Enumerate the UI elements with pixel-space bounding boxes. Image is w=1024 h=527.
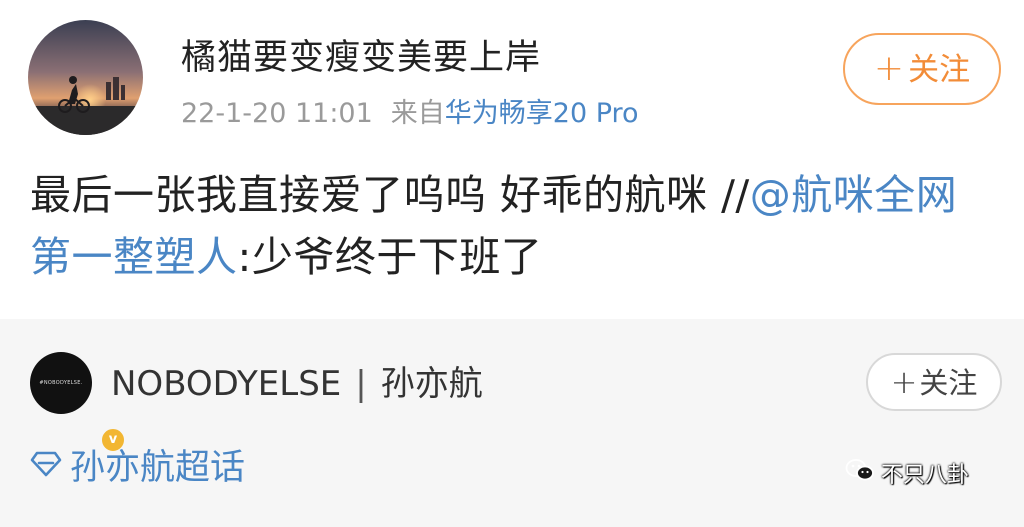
plus-icon: + (890, 363, 918, 401)
avatar[interactable] (28, 20, 143, 135)
diamond-icon (30, 444, 62, 488)
post-source-device[interactable]: 华为畅享20 Pro (445, 98, 639, 129)
repost-card[interactable]: #NOBODYELSE. v NOBODYELSE | 孙亦航 +关注 孙亦航超话 (0, 319, 1024, 527)
post-meta: 22-1-20 11:01 来自华为畅享20 Pro (181, 96, 639, 132)
post-source-prefix: 来自 (390, 98, 445, 129)
follow-button[interactable]: + 关注 (843, 33, 1001, 105)
repost-author-alias: 孙亦航 (380, 364, 483, 404)
reposted-text: :少爷终于下班了 (237, 233, 543, 281)
repost-follow-button[interactable]: +关注 (866, 353, 1002, 411)
wechat-icon (845, 458, 875, 490)
plus-icon: + (873, 48, 905, 89)
post-body: 最后一张我直接爱了呜呜 好乖的航咪 //@航咪全网第一整塑人:少爷终于下班了 (30, 164, 990, 288)
repost-follow-label: 关注 (919, 366, 978, 400)
supertopic-link[interactable]: 孙亦航超话 (30, 446, 245, 490)
supertopic-label: 孙亦航超话 (70, 448, 246, 488)
post-card: 橘猫要变瘦变美要上岸 22-1-20 11:01 来自华为畅享20 Pro + 关注… (0, 0, 1024, 319)
repost-author[interactable]: NOBODYELSE | 孙亦航 (111, 363, 483, 405)
post-username[interactable]: 橘猫要变瘦变美要上岸 (181, 36, 541, 80)
post-body-text: 最后一张我直接爱了呜呜 好乖的航咪 // (30, 171, 750, 219)
repost-avatar-logo-text: #NOBODYELSE. (39, 380, 83, 386)
watermark: 不只八卦 (845, 459, 970, 490)
weibo-post-screenshot: 橘猫要变瘦变美要上岸 22-1-20 11:01 来自华为畅享20 Pro + 关注… (0, 0, 1024, 527)
repost-author-name: NOBODYELSE (111, 364, 342, 404)
watermark-text: 不只八卦 (881, 463, 970, 488)
post-timestamp: 22-1-20 11:01 (181, 98, 373, 129)
repost-avatar[interactable]: #NOBODYELSE. v (30, 352, 126, 453)
author-separator: | (355, 364, 367, 404)
follow-button-label: 关注 (908, 52, 971, 88)
